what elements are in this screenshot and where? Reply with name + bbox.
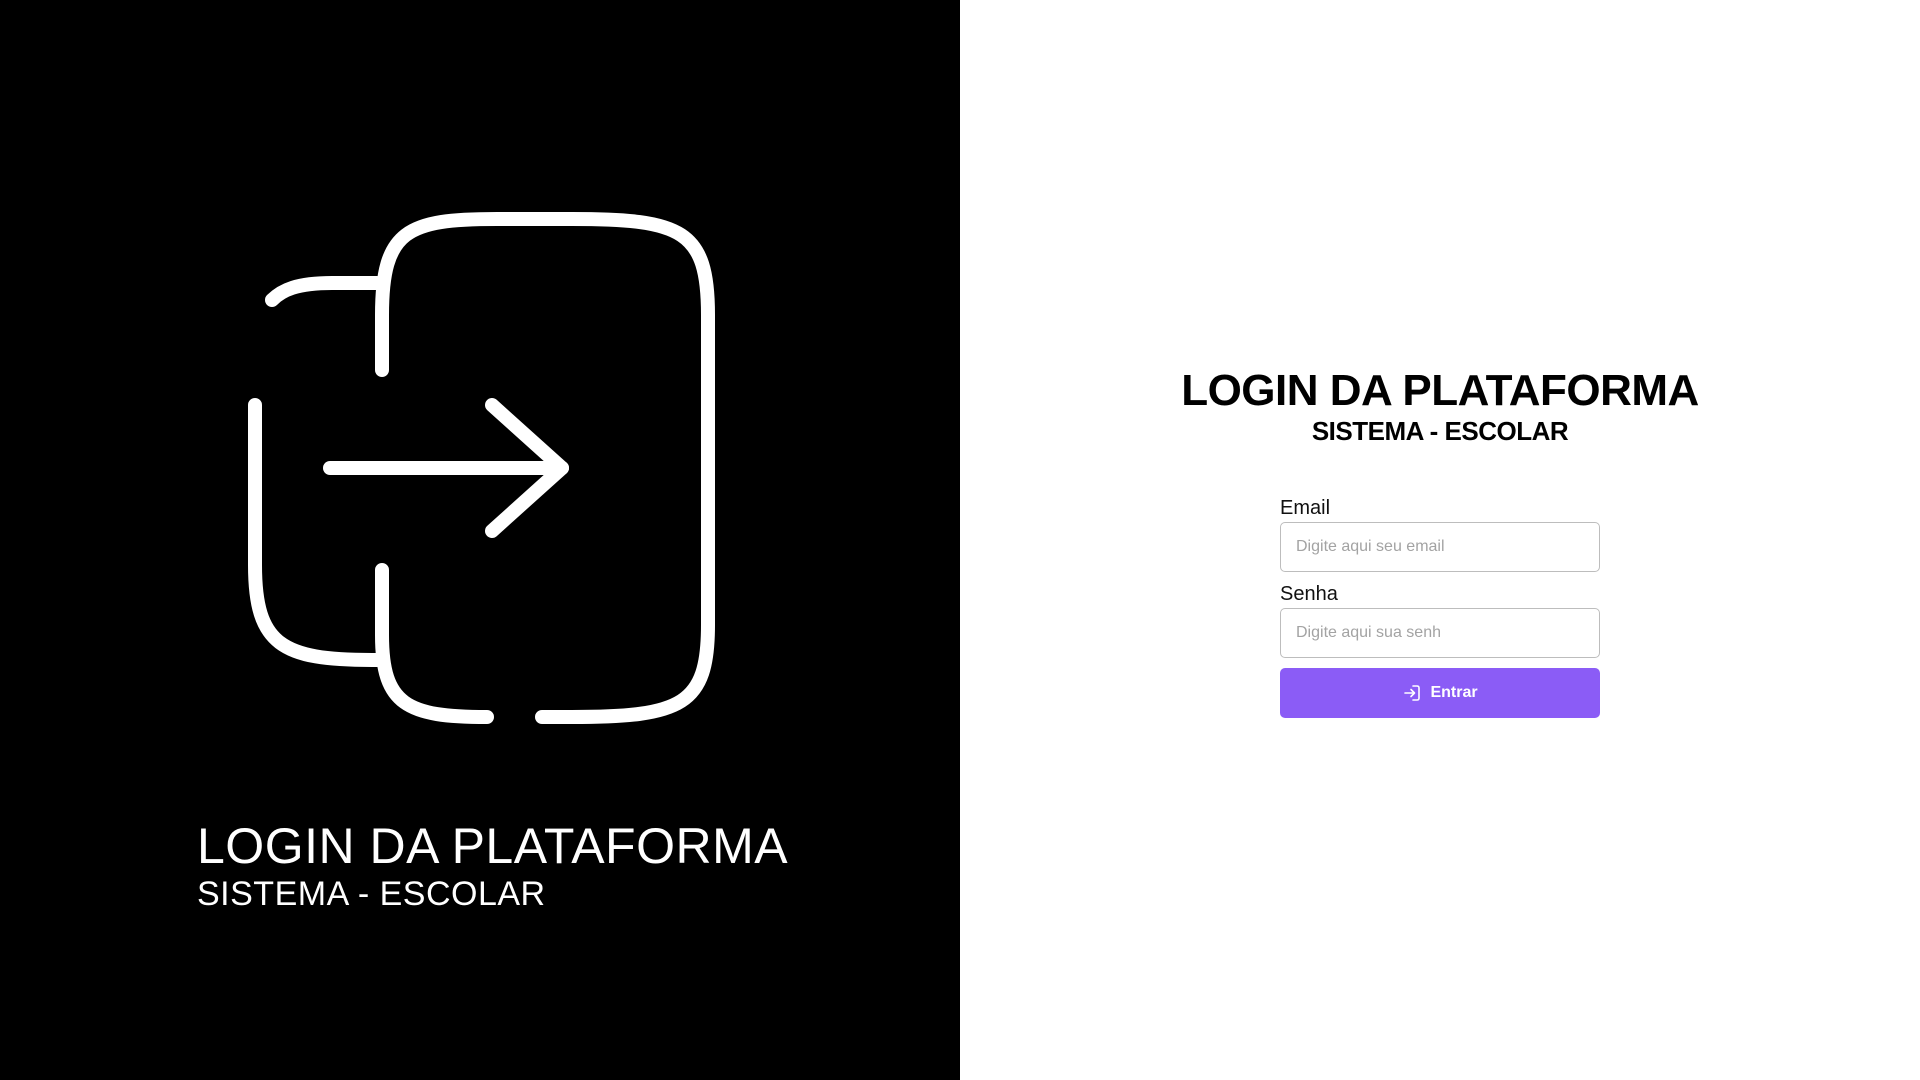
login-page: LOGIN DA PLATAFORMA SISTEMA - ESCOLAR LO…	[0, 0, 1920, 1080]
password-label: Senha	[1280, 583, 1338, 605]
password-input[interactable]	[1280, 608, 1600, 658]
password-field-group: Senha	[1280, 582, 1600, 658]
login-arrow-icon	[248, 212, 715, 724]
hero-panel: LOGIN DA PLATAFORMA SISTEMA - ESCOLAR	[0, 0, 960, 1080]
login-button-label: Entrar	[1430, 684, 1478, 701]
hero-title: LOGIN DA PLATAFORMA	[197, 818, 789, 874]
email-label: Email	[1280, 497, 1331, 519]
login-header: LOGIN DA PLATAFORMA SISTEMA - ESCOLAR	[960, 366, 1920, 446]
page-subtitle: SISTEMA - ESCOLAR	[1311, 416, 1569, 446]
login-form: Email Senha Entrar	[1280, 496, 1600, 718]
hero-text: LOGIN DA PLATAFORMA SISTEMA - ESCOLAR	[197, 818, 788, 914]
login-panel: LOGIN DA PLATAFORMA SISTEMA - ESCOLAR Em…	[960, 0, 1920, 1080]
login-button[interactable]: Entrar	[1280, 668, 1600, 718]
login-icon	[1402, 683, 1422, 703]
email-field-group: Email	[1280, 496, 1600, 572]
email-input[interactable]	[1280, 522, 1600, 572]
hero-subtitle: SISTEMA - ESCOLAR	[197, 875, 546, 913]
page-title: LOGIN DA PLATAFORMA	[1181, 366, 1699, 415]
